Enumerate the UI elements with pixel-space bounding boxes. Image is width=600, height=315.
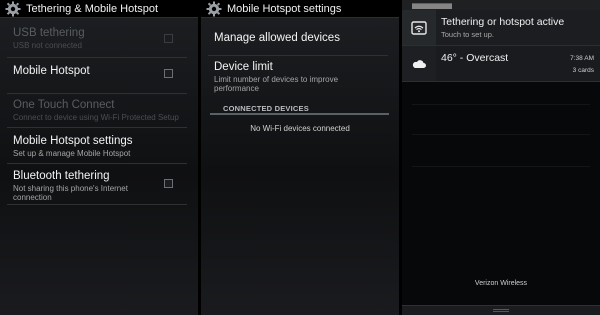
action-bar: Mobile Hotspot settings xyxy=(201,0,399,18)
item-title: USB tethering xyxy=(13,27,85,39)
screen-title: Mobile Hotspot settings xyxy=(227,2,342,15)
status-bar xyxy=(402,0,600,10)
notification-subtitle: Touch to set up. xyxy=(441,30,494,39)
hotspot-settings-screen: Mobile Hotspot settings Manage allowed d… xyxy=(201,0,399,315)
one-touch-connect-item[interactable]: One Touch Connect Connect to device usin… xyxy=(7,94,187,128)
tethering-screen: Tethering & Mobile Hotspot USB tethering… xyxy=(0,0,198,315)
item-title: One Touch Connect xyxy=(13,99,115,111)
mobile-hotspot-item[interactable]: Mobile Hotspot xyxy=(7,58,187,94)
bluetooth-tethering-item[interactable]: Bluetooth tethering Not sharing this pho… xyxy=(7,164,187,205)
item-subtitle: Limit number of devices to improve perfo… xyxy=(214,75,339,93)
background-divider xyxy=(412,104,590,105)
gear-icon[interactable] xyxy=(206,1,222,17)
notification-title: Tethering or hotspot active xyxy=(441,16,565,28)
empty-devices-message: No Wi-Fi devices connected xyxy=(250,124,350,133)
manage-allowed-devices-item[interactable]: Manage allowed devices xyxy=(208,22,388,56)
action-bar: Tethering & Mobile Hotspot xyxy=(0,0,198,18)
screen-title: Tethering & Mobile Hotspot xyxy=(26,2,159,15)
device-limit-item[interactable]: Device limit Limit number of devices to … xyxy=(208,56,388,98)
mobile-hotspot-checkbox[interactable] xyxy=(164,69,173,78)
item-subtitle: Connect to device using Wi-Fi Protected … xyxy=(13,113,179,122)
gear-icon[interactable] xyxy=(5,1,21,17)
carrier-label: Verizon Wireless xyxy=(474,280,528,287)
cloud-icon xyxy=(412,59,426,68)
background-divider xyxy=(412,166,590,167)
mobile-hotspot-settings-item[interactable]: Mobile Hotspot settings Set up & manage … xyxy=(7,128,187,164)
usb-tethering-item[interactable]: USB tethering USB not connected xyxy=(7,24,187,58)
notification-title: 46° - Overcast xyxy=(441,52,509,64)
shade-handle[interactable] xyxy=(402,305,600,315)
bluetooth-tethering-checkbox[interactable] xyxy=(164,179,173,188)
tethering-notification[interactable]: Tethering or hotspot active Touch to set… xyxy=(402,10,600,46)
item-title: Mobile Hotspot xyxy=(13,65,90,77)
drag-grip-icon xyxy=(493,309,509,312)
usb-tethering-checkbox[interactable] xyxy=(164,34,173,43)
item-title: Device limit xyxy=(214,61,273,73)
item-subtitle: Set up & manage Mobile Hotspot xyxy=(13,149,131,158)
weather-notification[interactable]: 46° - Overcast 7:38 AM 3 cards xyxy=(402,46,600,82)
item-title: Bluetooth tethering xyxy=(13,170,110,182)
wifi-hotspot-icon xyxy=(411,20,427,35)
notification-count: 3 cards xyxy=(572,67,594,74)
connected-devices-header: CONNECTED DEVICES xyxy=(210,102,389,115)
item-subtitle: USB not connected xyxy=(13,41,82,50)
item-title: Mobile Hotspot settings xyxy=(13,135,133,147)
item-subtitle: Not sharing this phone's Internet connec… xyxy=(13,184,128,202)
section-title: CONNECTED DEVICES xyxy=(223,104,309,113)
notification-time: 7:38 AM xyxy=(570,55,594,62)
status-bar-text xyxy=(412,3,452,9)
background-divider xyxy=(412,134,590,135)
notification-shade: Tethering or hotspot active Touch to set… xyxy=(402,0,600,315)
item-title: Manage allowed devices xyxy=(214,32,340,44)
